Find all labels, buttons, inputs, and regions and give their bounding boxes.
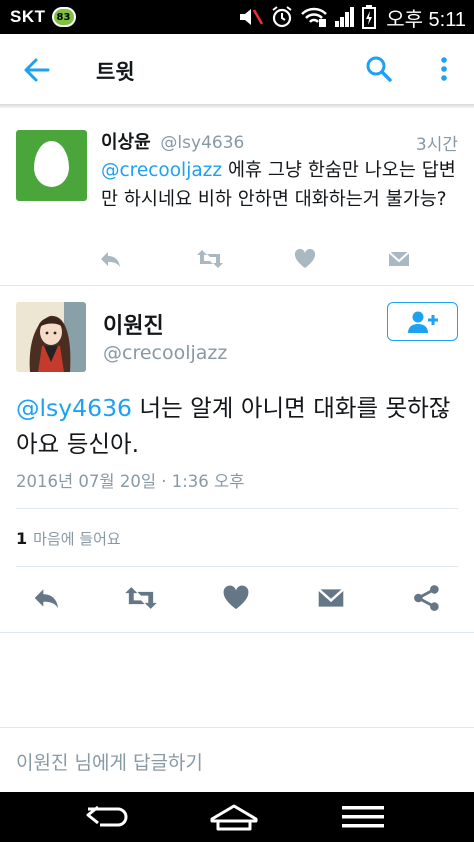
tweet-date: 2016년 07월 20일 · 1:36 오후 [16,472,245,491]
system-nav-bar [0,792,474,842]
retweet-button[interactable] [196,246,224,274]
home-icon [210,804,258,831]
like-icon [294,248,316,268]
avatar[interactable] [16,302,86,372]
mention-link[interactable]: @crecooljazz [101,160,222,181]
direct-message-icon [388,251,410,266]
like-button[interactable] [219,582,253,614]
likes-label: 마음에 들어요 [33,530,121,548]
follow-button[interactable] [387,302,458,341]
divider [0,632,474,633]
tweet-timestamp: 3시간 [415,135,458,155]
like-icon [223,585,249,610]
carrier-badge: 83 [51,7,76,27]
tweet-actions [96,246,416,276]
page-title: 트윗 [96,60,135,84]
follow-person-plus-icon [407,311,438,333]
back-icon [86,805,128,827]
mention-link[interactable]: @lsy4636 [16,394,132,422]
nav-menu-button[interactable] [333,800,393,834]
author-name[interactable]: 이상윤 [101,132,151,153]
tweet-detail-screen: SKT 83 오후 5:11 트윗 이상윤 @lsy4636 3시간 @crec… [0,0,474,842]
egg-icon [34,141,69,187]
battery-charging-icon [362,5,377,29]
author-name[interactable]: 이원진 [103,308,164,340]
search-button[interactable] [364,54,394,84]
status-bar: SKT 83 오후 5:11 [0,0,474,34]
more-vertical-icon [441,57,447,81]
author-handle[interactable]: @crecooljazz [103,342,227,364]
share-icon [414,585,439,611]
retweet-button[interactable] [124,582,158,614]
back-button[interactable] [22,56,52,84]
likes-summary[interactable]: 1 마음에 들어요 [16,528,121,549]
reply-input[interactable]: 이원진 님에게 답글하기 [16,748,203,775]
nav-back-button[interactable] [78,800,138,834]
likes-count: 1 [16,529,28,548]
menu-icon [342,806,384,828]
direct-message-button[interactable] [314,582,348,614]
nav-home-button[interactable] [204,800,264,834]
tweet-actions [0,582,474,616]
like-button[interactable] [292,246,320,274]
tweet-text: @crecooljazz 에휴 그냥 한숨만 나오는 답변만 하시네요 비하 안… [101,156,461,214]
app-bar: 트윗 [0,34,474,106]
parent-tweet-header: 이상윤 @lsy4636 [101,128,244,154]
back-arrow-icon [24,58,50,82]
carrier-label: SKT [10,7,46,26]
author-handle[interactable]: @lsy4636 [160,133,244,153]
search-icon [366,56,392,82]
direct-message-button[interactable] [386,246,414,274]
composer-divider [0,727,474,728]
signal-icon [334,5,356,29]
avatar[interactable] [16,130,87,201]
divider [16,508,458,509]
divider [16,566,458,567]
user-avatar-image [16,302,86,372]
reply-button[interactable] [30,582,64,614]
clock-time: 오후 5:11 [386,8,466,31]
alarm-icon [270,5,294,29]
wifi-icon [300,5,328,29]
direct-message-icon [317,588,345,607]
reply-button[interactable] [98,246,126,274]
parent-tweet[interactable]: 이상윤 @lsy4636 3시간 @crecooljazz 에휴 그냥 한숨만 … [0,108,474,286]
mute-icon [238,5,264,29]
share-button[interactable] [410,582,444,614]
status-icons: 오후 5:11 [238,0,466,34]
retweet-icon [197,250,223,268]
reply-icon [101,252,120,267]
more-options-button[interactable] [432,54,456,84]
tweet-text: @lsy4636 너는 알계 아니면 대화를 못하잖아요 등신아. [16,390,456,462]
retweet-icon [125,587,157,609]
reply-icon [34,589,59,608]
